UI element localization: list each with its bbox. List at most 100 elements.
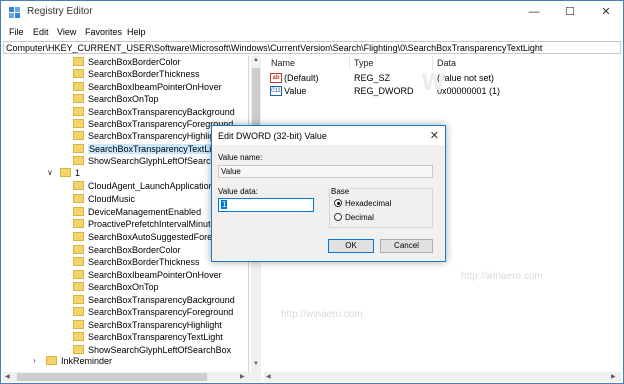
folder-icon bbox=[73, 82, 84, 92]
tree-item[interactable]: SearchBoxTransparencyBackground bbox=[73, 294, 235, 306]
scroll-left-icon[interactable]: ◀ bbox=[266, 372, 271, 382]
watermark-text: http://winaero.com bbox=[461, 271, 543, 282]
address-bar[interactable]: Computer\HKEY_CURRENT_USER\Software\Micr… bbox=[3, 41, 621, 54]
folder-icon bbox=[73, 270, 84, 280]
tree-item[interactable]: CloudMusic bbox=[73, 193, 135, 205]
value-type: REG_SZ bbox=[354, 73, 391, 83]
folder-icon bbox=[73, 320, 84, 330]
folder-icon bbox=[73, 107, 84, 117]
tree-item[interactable]: SearchBoxOnTop bbox=[73, 281, 159, 293]
watermark-logo: W bbox=[421, 71, 446, 96]
values-horizontal-scrollbar[interactable]: ◀ ▶ bbox=[264, 372, 621, 382]
folder-icon bbox=[73, 119, 84, 129]
tree-item[interactable]: SearchBoxIbeamPointerOnHover bbox=[73, 269, 222, 281]
scroll-down-icon[interactable]: ▼ bbox=[251, 361, 261, 367]
folder-icon bbox=[73, 295, 84, 305]
value-row[interactable]: 011 Value bbox=[270, 85, 306, 97]
column-header-name[interactable]: Name bbox=[271, 58, 295, 68]
close-button[interactable]: ✕ bbox=[591, 1, 621, 24]
folder-icon bbox=[73, 94, 84, 104]
registry-editor-window: Registry Editor — ☐ ✕ File Edit View Fav… bbox=[0, 0, 624, 384]
tree-item[interactable]: CloudAgent_LaunchApplication bbox=[73, 180, 214, 192]
folder-icon bbox=[73, 69, 84, 79]
value-name-field: Value bbox=[218, 165, 433, 178]
scroll-left-icon[interactable]: ◀ bbox=[5, 372, 10, 382]
minimize-button[interactable]: — bbox=[519, 1, 549, 24]
value-row[interactable]: ab (Default) bbox=[270, 72, 319, 84]
tree-item[interactable]: SearchBoxBorderColor bbox=[73, 244, 181, 256]
dialog-title-bar: Edit DWORD (32-bit) Value ✕ bbox=[212, 126, 445, 145]
tree-item[interactable]: SearchBoxTransparencyTextLight bbox=[73, 331, 223, 343]
folder-icon bbox=[73, 282, 84, 292]
folder-open-icon bbox=[60, 168, 71, 178]
value-data: (value not set) bbox=[437, 73, 495, 83]
scroll-up-icon[interactable]: ▲ bbox=[251, 57, 261, 63]
tree-item[interactable]: DeviceManagementEnabled bbox=[73, 206, 201, 218]
menu-help[interactable]: Help bbox=[127, 27, 146, 37]
tree-item-selected[interactable]: SearchBoxTransparencyTextLight bbox=[73, 143, 225, 155]
tree-item[interactable]: SearchBoxBorderThickness bbox=[73, 68, 200, 80]
folder-icon bbox=[73, 232, 84, 242]
string-value-icon: ab bbox=[270, 72, 282, 83]
scroll-right-icon[interactable]: ▶ bbox=[240, 372, 245, 382]
radio-hexadecimal-label[interactable]: Hexadecimal bbox=[345, 199, 391, 208]
address-path: Computer\HKEY_CURRENT_USER\Software\Micr… bbox=[6, 43, 543, 53]
folder-icon bbox=[73, 332, 84, 342]
value-data-label: Value data: bbox=[218, 187, 258, 196]
folder-icon bbox=[73, 307, 84, 317]
menu-view[interactable]: View bbox=[57, 27, 76, 37]
folder-icon bbox=[73, 144, 84, 154]
tree-item-group[interactable]: 1 bbox=[60, 167, 80, 179]
value-type: REG_DWORD bbox=[354, 86, 414, 96]
menu-bar: File Edit View Favorites Help bbox=[1, 24, 623, 40]
cancel-button[interactable]: Cancel bbox=[380, 239, 433, 253]
tree-item[interactable]: SearchBoxBorderThickness bbox=[73, 256, 200, 268]
tree-item[interactable]: ShowSearchGlyphLeftOfSearchBox bbox=[73, 155, 231, 167]
ok-button[interactable]: OK bbox=[328, 239, 374, 253]
chevron-right-icon[interactable]: › bbox=[33, 356, 36, 365]
maximize-button[interactable]: ☐ bbox=[555, 1, 585, 24]
tree-horizontal-scrollbar[interactable]: ◀ ▶ bbox=[3, 372, 261, 382]
value-name-label: Value name: bbox=[218, 153, 263, 162]
menu-file[interactable]: File bbox=[9, 27, 24, 37]
column-divider[interactable] bbox=[432, 56, 433, 70]
value-data-input[interactable]: 1 bbox=[218, 198, 314, 212]
folder-icon bbox=[73, 181, 84, 191]
folder-icon bbox=[73, 219, 84, 229]
chevron-down-icon[interactable]: ∨ bbox=[47, 168, 53, 177]
close-icon[interactable]: ✕ bbox=[430, 129, 439, 142]
scroll-right-icon[interactable]: ▶ bbox=[611, 372, 616, 382]
registry-editor-icon bbox=[9, 7, 20, 18]
radio-decimal-label[interactable]: Decimal bbox=[345, 213, 374, 222]
folder-icon bbox=[73, 245, 84, 255]
folder-icon bbox=[73, 194, 84, 204]
folder-icon bbox=[73, 57, 84, 67]
column-divider[interactable] bbox=[349, 56, 350, 70]
tree-item[interactable]: SearchBoxBorderColor bbox=[73, 56, 181, 68]
tree-item[interactable]: SearchBoxTransparencyHighlight bbox=[73, 319, 222, 331]
folder-icon bbox=[73, 156, 84, 166]
menu-favorites[interactable]: Favorites bbox=[85, 27, 122, 37]
folder-icon bbox=[73, 207, 84, 217]
folder-icon bbox=[73, 131, 84, 141]
title-bar: Registry Editor — ☐ ✕ bbox=[1, 1, 623, 24]
radio-decimal[interactable] bbox=[334, 213, 342, 221]
menu-edit[interactable]: Edit bbox=[33, 27, 49, 37]
column-header-type[interactable]: Type bbox=[354, 58, 374, 68]
tree-item[interactable]: SearchBoxIbeamPointerOnHover bbox=[73, 81, 222, 93]
window-title: Registry Editor bbox=[27, 6, 93, 17]
column-header-data[interactable]: Data bbox=[437, 58, 456, 68]
watermark-text: http://winaero.com bbox=[281, 309, 363, 320]
edit-dword-dialog: Edit DWORD (32-bit) Value ✕ Value name: … bbox=[211, 125, 446, 262]
tree-item[interactable]: SearchBoxTransparencyForeground bbox=[73, 118, 233, 130]
tree-item[interactable]: SearchBoxTransparencyForeground bbox=[73, 306, 233, 318]
tree-item[interactable]: SearchBoxTransparencyHighlight bbox=[73, 130, 222, 142]
tree-item[interactable]: ProactivePrefetchIntervalMinutes bbox=[73, 218, 220, 230]
tree-item[interactable]: SearchBoxOnTop bbox=[73, 93, 159, 105]
tree-item[interactable]: SearchBoxTransparencyBackground bbox=[73, 106, 235, 118]
scroll-thumb[interactable] bbox=[17, 373, 207, 381]
tree-item[interactable]: InkReminder bbox=[46, 355, 112, 367]
radio-hexadecimal[interactable] bbox=[334, 199, 342, 207]
value-data: 0x00000001 (1) bbox=[437, 86, 501, 96]
dword-value-icon: 011 bbox=[270, 85, 282, 96]
